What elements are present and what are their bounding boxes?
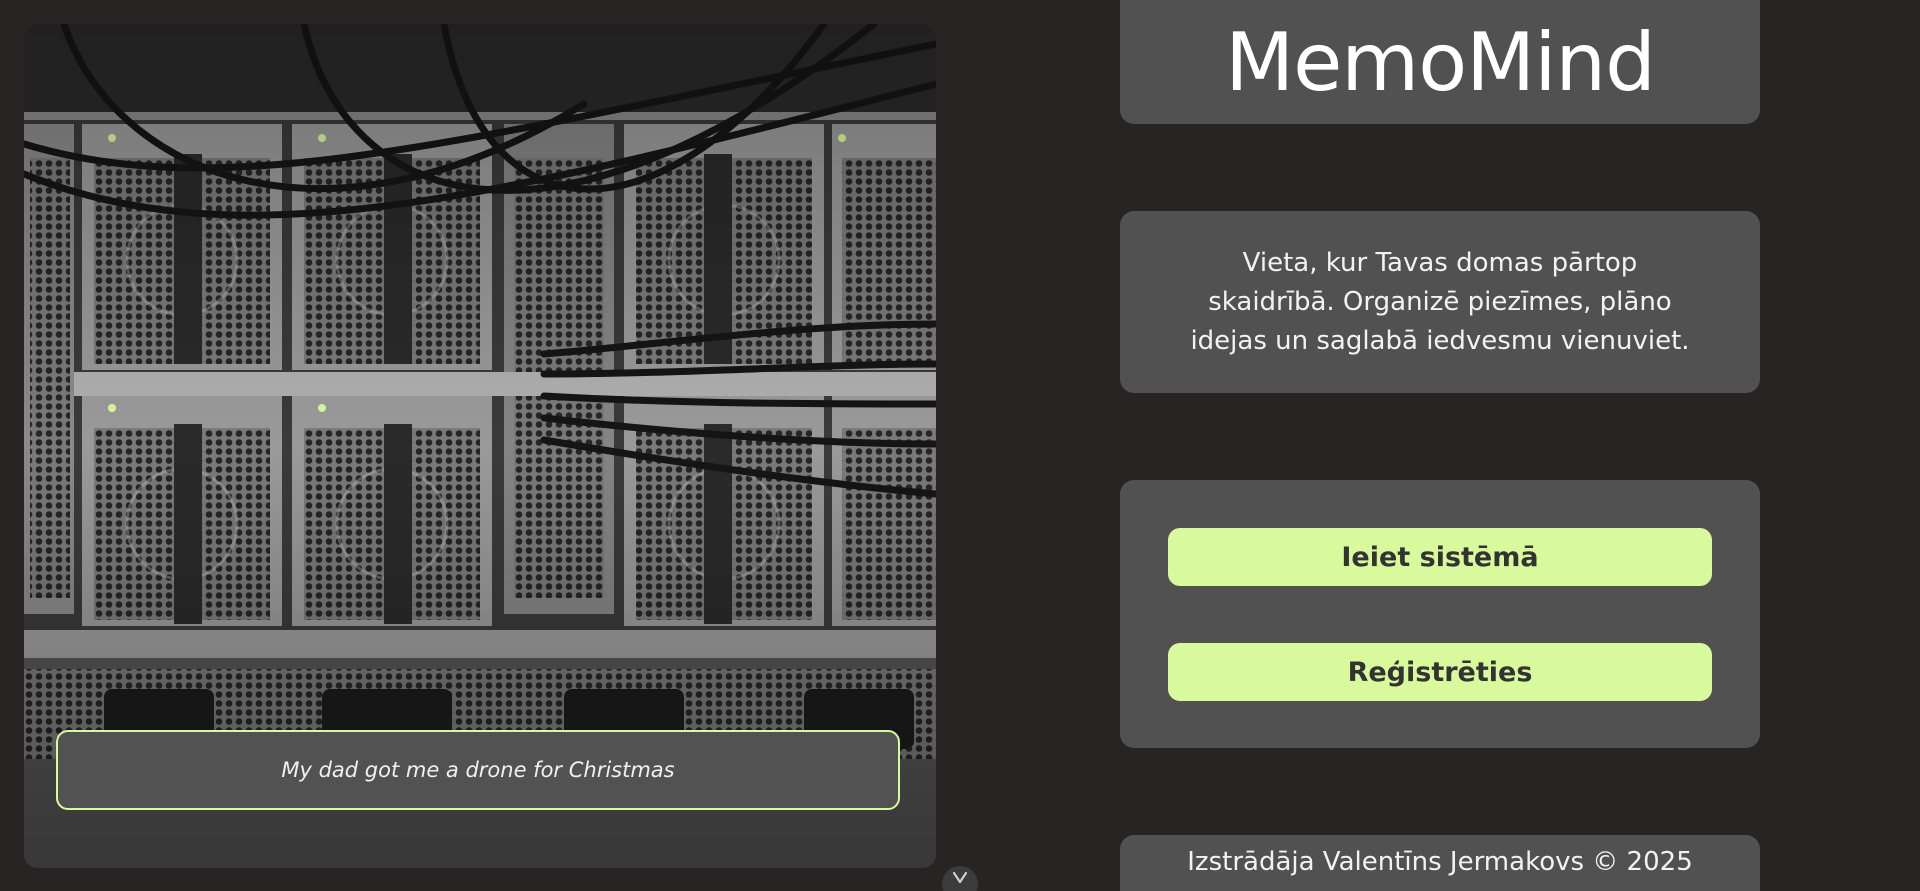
register-button[interactable]: Reģistrēties [1168, 643, 1712, 701]
chevron-down-icon [953, 872, 967, 884]
quote-text: My dad got me a drone for Christmas [281, 758, 675, 782]
footer-credit: Izstrādāja Valentīns Jermakovs © 2025 [1187, 847, 1693, 877]
hero-card: My dad got me a drone for Christmas [24, 24, 936, 868]
scroll-down-button[interactable] [942, 866, 978, 891]
tagline-line-3: idejas un saglabā iedvesmu vienuviet. [1190, 325, 1690, 356]
auth-panel: Ieiet sistēmā Reģistrēties [1120, 480, 1760, 748]
quote-box: My dad got me a drone for Christmas [56, 730, 900, 810]
tagline-line-2: skaidrībā. Organizē piezīmes, plāno [1208, 286, 1672, 317]
landing-page: My dad got me a drone for Christmas Memo… [0, 0, 1920, 891]
footer-panel: Izstrādāja Valentīns Jermakovs © 2025 [1120, 835, 1760, 891]
tagline-line-1: Vieta, kur Tavas domas pārtop [1242, 247, 1638, 278]
tagline: Vieta, kur Tavas domas pārtop skaidrībā.… [1190, 244, 1689, 361]
app-title: MemoMind [1225, 15, 1656, 109]
tagline-panel: Vieta, kur Tavas domas pārtop skaidrībā.… [1120, 211, 1760, 393]
login-button[interactable]: Ieiet sistēmā [1168, 528, 1712, 586]
brand-panel: MemoMind [1120, 0, 1760, 124]
